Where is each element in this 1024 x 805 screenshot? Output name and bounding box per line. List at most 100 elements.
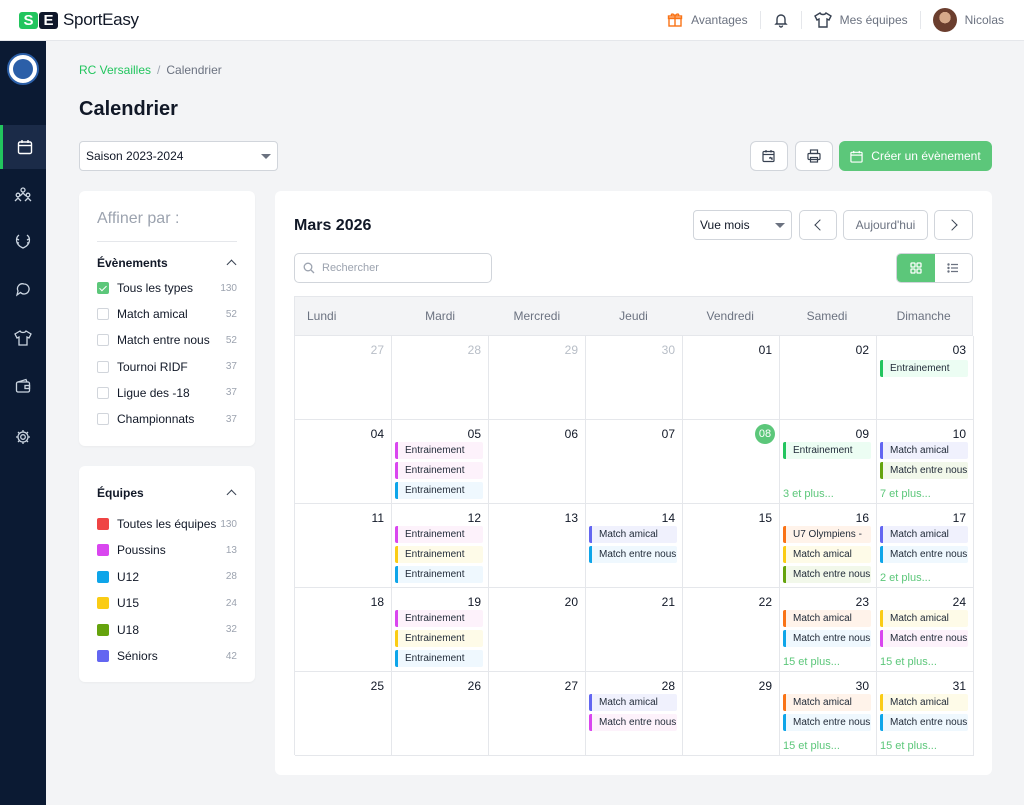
day-cell[interactable]: 14 Match amical Match entre nous — [586, 504, 683, 588]
club-logo[interactable] — [7, 53, 39, 85]
event-chip[interactable]: Entrainement — [395, 462, 483, 479]
day-cell[interactable]: 21 — [586, 588, 683, 672]
advantages-link[interactable]: Avantages — [655, 10, 760, 30]
sidebar-item-trophies[interactable] — [0, 219, 46, 263]
today-button[interactable]: Aujourd'hui — [843, 210, 928, 240]
checkbox[interactable] — [97, 413, 109, 425]
day-cell[interactable]: 17 Match amical Match entre nous 2 et plus.… — [877, 504, 974, 588]
event-chip[interactable]: Match amical — [783, 694, 871, 711]
event-chip[interactable]: Match entre nous — [783, 566, 871, 583]
more-events-link[interactable]: 15 et plus... — [783, 740, 840, 752]
event-chip[interactable]: Match amical — [880, 694, 968, 711]
day-cell[interactable]: 13 — [489, 504, 586, 588]
sporteasy-logo[interactable]: SE SportEasy — [19, 10, 139, 30]
event-chip[interactable]: Match entre nous — [783, 714, 871, 731]
day-cell[interactable]: 02 — [780, 336, 877, 420]
event-filter-row[interactable]: Tous les types 130 — [97, 279, 237, 297]
day-cell[interactable]: 03 Entrainement — [877, 336, 974, 420]
day-cell[interactable]: 15 — [683, 504, 780, 588]
my-teams-link[interactable]: Mes équipes — [802, 10, 920, 30]
breadcrumb-club[interactable]: RC Versailles — [79, 63, 151, 77]
team-filter-row[interactable]: Toutes les équipes 130 — [97, 515, 237, 533]
day-cell[interactable]: 30 Match amical Match entre nous 15 et plus… — [780, 672, 877, 756]
more-events-link[interactable]: 15 et plus... — [880, 656, 937, 668]
checkbox[interactable] — [97, 360, 109, 373]
day-cell[interactable]: 27 — [295, 336, 392, 420]
more-events-link[interactable]: 15 et plus... — [880, 740, 937, 752]
event-chip[interactable]: Match amical — [783, 610, 871, 627]
day-cell[interactable]: 05 Entrainement Entrainement Entrainement — [392, 420, 489, 504]
more-events-link[interactable]: 7 et plus... — [880, 488, 931, 500]
team-filter-row[interactable]: Poussins 13 — [97, 541, 237, 559]
event-chip[interactable]: Match entre nous — [880, 630, 968, 647]
event-chip[interactable]: U7 Olympiens - — [783, 526, 871, 543]
event-filter-row[interactable]: Match entre nous 52 — [97, 331, 237, 349]
event-chip[interactable]: Entrainement — [395, 546, 483, 563]
event-chip[interactable]: Match amical — [880, 526, 968, 543]
event-chip[interactable]: Match amical — [880, 442, 968, 459]
season-select[interactable]: Saison 2023-2024 — [79, 141, 278, 171]
event-filter-row[interactable]: Match amical 52 — [97, 305, 237, 323]
day-cell[interactable]: 27 — [489, 672, 586, 756]
sidebar-item-shop[interactable] — [0, 316, 46, 360]
day-cell[interactable]: 28 Match amical Match entre nous — [586, 672, 683, 756]
event-chip[interactable]: Entrainement — [395, 630, 483, 647]
event-filter-row[interactable]: Championnats 37 — [97, 410, 237, 428]
day-cell[interactable]: 29 — [489, 336, 586, 420]
event-chip[interactable]: Match entre nous — [880, 462, 968, 479]
user-menu[interactable]: Nicolas — [921, 8, 1024, 32]
search-input[interactable] — [322, 262, 482, 274]
event-filter-row[interactable]: Ligue des -18 37 — [97, 384, 237, 402]
day-cell[interactable]: 04 — [295, 420, 392, 504]
team-filter-row[interactable]: U15 24 — [97, 594, 237, 612]
next-month-button[interactable] — [934, 210, 973, 240]
day-cell[interactable]: 31 Match amical Match entre nous 15 et plus… — [877, 672, 974, 756]
sidebar-item-wallet[interactable] — [0, 364, 46, 408]
day-cell[interactable]: 24 Match amical Match entre nous 15 et plus… — [877, 588, 974, 672]
day-cell[interactable]: 11 — [295, 504, 392, 588]
event-chip[interactable]: Entrainement — [395, 442, 483, 459]
chevron-up-icon[interactable] — [226, 489, 237, 500]
day-cell[interactable]: 16 U7 Olympiens - Match amical Match entre… — [780, 504, 877, 588]
print-button[interactable] — [795, 141, 833, 171]
event-chip[interactable]: Entrainement — [395, 566, 483, 583]
day-cell[interactable]: 29 — [683, 672, 780, 756]
event-chip[interactable]: Match entre nous — [880, 714, 968, 731]
checkbox[interactable] — [97, 282, 109, 294]
day-cell[interactable]: 30 — [586, 336, 683, 420]
event-chip[interactable]: Match amical — [880, 610, 968, 627]
sidebar-item-members[interactable] — [0, 172, 46, 216]
more-events-link[interactable]: 3 et plus... — [783, 488, 834, 500]
day-cell[interactable]: 20 — [489, 588, 586, 672]
event-chip[interactable]: Match amical — [589, 694, 677, 711]
sidebar-item-messages[interactable] — [0, 268, 46, 312]
list-view-button[interactable] — [935, 254, 973, 282]
event-chip[interactable]: Match entre nous — [880, 546, 968, 563]
event-chip[interactable]: Match amical — [783, 546, 871, 563]
day-cell[interactable]: 08 — [683, 420, 780, 504]
day-cell[interactable]: 28 — [392, 336, 489, 420]
day-cell[interactable]: 06 — [489, 420, 586, 504]
day-cell[interactable]: 22 — [683, 588, 780, 672]
day-cell[interactable]: 23 Match amical Match entre nous 15 et plus… — [780, 588, 877, 672]
chevron-up-icon[interactable] — [226, 259, 237, 270]
event-chip[interactable]: Entrainement — [783, 442, 871, 459]
event-chip[interactable]: Entrainement — [395, 526, 483, 543]
event-chip[interactable]: Entrainement — [395, 650, 483, 667]
create-event-button[interactable]: Créer un évènement — [839, 141, 992, 171]
event-chip[interactable]: Entrainement — [395, 610, 483, 627]
export-calendar-button[interactable] — [750, 141, 788, 171]
sidebar-item-calendar[interactable] — [0, 125, 46, 169]
team-filter-row[interactable]: U12 28 — [97, 568, 237, 586]
sidebar-item-settings[interactable] — [0, 415, 46, 459]
team-filter-row[interactable]: U18 32 — [97, 621, 237, 639]
event-chip[interactable]: Entrainement — [880, 360, 968, 377]
event-chip[interactable]: Match amical — [589, 526, 677, 543]
day-cell[interactable]: 19 Entrainement Entrainement Entrainement — [392, 588, 489, 672]
day-cell[interactable]: 10 Match amical Match entre nous 7 et plus.… — [877, 420, 974, 504]
day-cell[interactable]: 18 — [295, 588, 392, 672]
checkbox[interactable] — [97, 334, 109, 347]
view-select[interactable]: Vue mois — [693, 210, 792, 240]
checkbox[interactable] — [97, 308, 109, 321]
event-chip[interactable]: Entrainement — [395, 482, 483, 499]
